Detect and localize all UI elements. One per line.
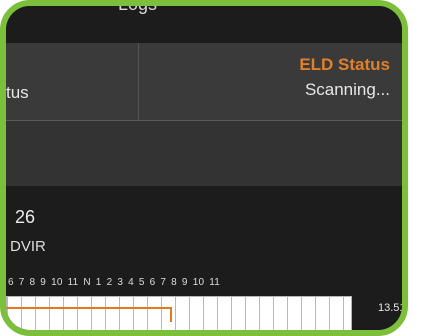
hour-label: 11 xyxy=(209,276,220,288)
total-hours: 13.51 xyxy=(378,302,406,314)
hour-label: 2 xyxy=(106,276,113,288)
info-number: 26 xyxy=(15,207,36,227)
hour-label: 8 xyxy=(29,276,36,288)
log-grid xyxy=(6,296,352,330)
hour-label: 9 xyxy=(181,276,188,288)
status-left-label: tus xyxy=(6,83,29,102)
top-nav: Logs xyxy=(6,6,402,43)
status-divider xyxy=(138,43,139,120)
status-row: tus ELD Status Scanning... xyxy=(6,43,402,120)
hour-label: 6 xyxy=(149,276,156,288)
dvir-label[interactable]: DVIR xyxy=(10,238,46,255)
log-timeline: 6 7 8 9 10 11 N 1 2 3 4 5 6 7 8 9 10 11 13.51 xyxy=(6,274,402,330)
device-frame: Logs tus ELD Status Scanning... 26 DVIR … xyxy=(0,0,421,336)
hour-label: 6 xyxy=(8,276,14,288)
hour-label: 1 xyxy=(95,276,102,288)
gray-band xyxy=(6,121,402,186)
hour-label: 9 xyxy=(40,276,47,288)
hour-label: 7 xyxy=(18,276,25,288)
eld-status-value: Scanning... xyxy=(304,80,390,99)
hour-label: 7 xyxy=(160,276,167,288)
hour-label: N xyxy=(83,276,91,288)
hour-label: 8 xyxy=(171,276,177,288)
hour-labels: 6 7 8 9 10 11 N 1 2 3 4 5 6 7 8 9 10 11 xyxy=(8,274,225,290)
hour-label: 11 xyxy=(67,276,79,288)
app-screen: Logs tus ELD Status Scanning... 26 DVIR … xyxy=(0,0,408,336)
duty-line xyxy=(6,307,172,309)
hour-label: 4 xyxy=(128,276,134,288)
hour-label: 5 xyxy=(138,276,145,288)
hour-label: 10 xyxy=(192,276,205,288)
eld-status-title: ELD Status xyxy=(299,55,390,74)
hour-label: 3 xyxy=(117,276,124,288)
hour-label: 10 xyxy=(51,276,63,288)
duty-line-drop xyxy=(170,307,172,322)
info-panel: 26 DVIR xyxy=(6,186,402,276)
logs-tab[interactable]: Logs xyxy=(118,6,157,15)
